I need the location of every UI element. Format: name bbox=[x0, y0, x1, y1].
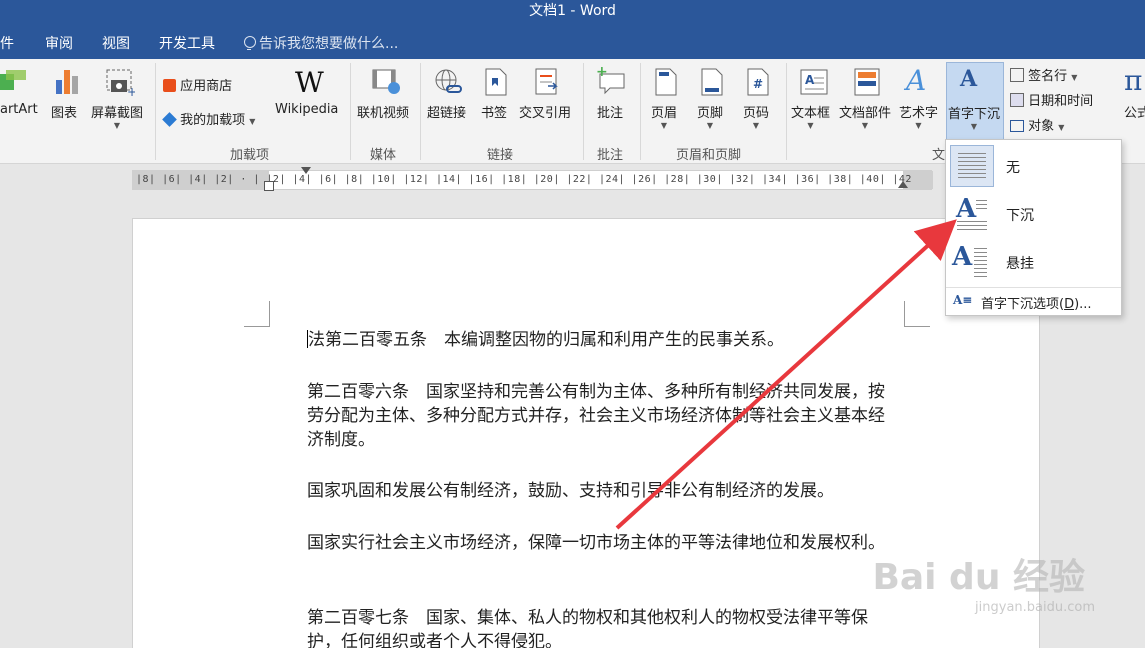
baidu-watermark: Bai du 经验 bbox=[872, 557, 1085, 598]
baidu-watermark-url: jingyan.baidu.com bbox=[975, 600, 1095, 615]
